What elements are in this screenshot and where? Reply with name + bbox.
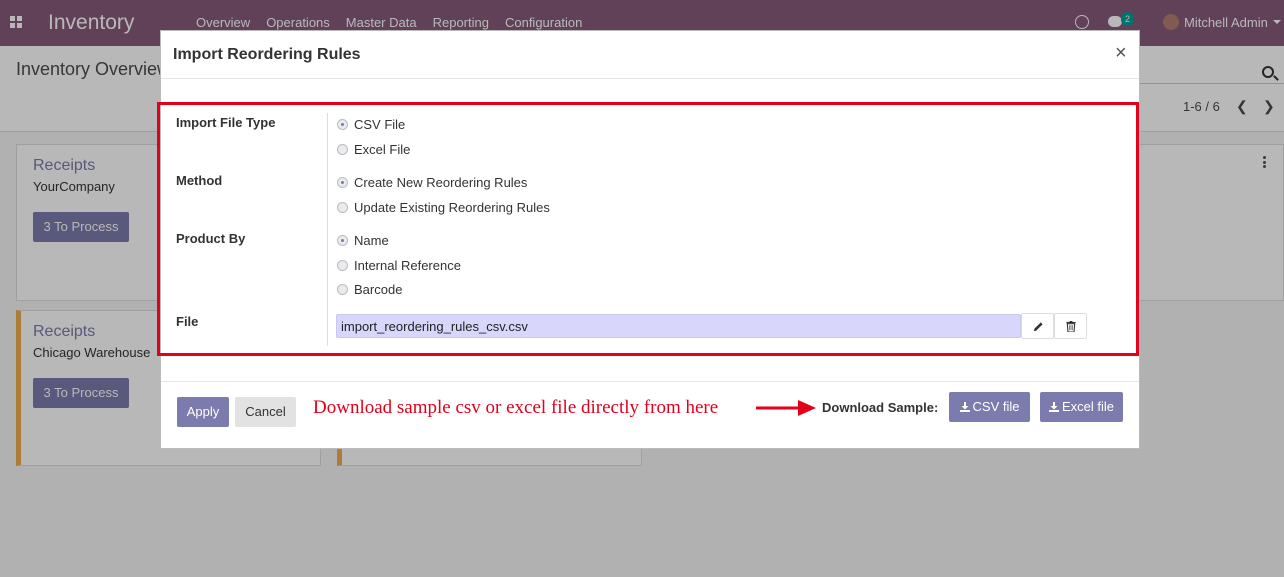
download-icon [1048,402,1059,412]
download-sample-label: Download Sample: [822,400,939,415]
download-icon [959,402,970,412]
apply-button[interactable]: Apply [177,397,229,427]
excel-file-label: Excel file [1061,399,1115,414]
download-csv-button[interactable]: CSV file [949,392,1030,422]
highlight-frame [157,102,1139,356]
dialog-title: Import Reordering Rules [173,46,361,63]
dialog-header: Import Reordering Rules × [161,31,1139,79]
cancel-button[interactable]: Cancel [235,397,296,427]
close-icon[interactable]: × [1115,42,1127,65]
annotation-text: Download sample csv or excel file direct… [313,397,719,418]
annotation-arrow-icon [756,400,816,416]
download-excel-button[interactable]: Excel file [1040,392,1123,422]
csv-file-label: CSV file [972,399,1020,414]
